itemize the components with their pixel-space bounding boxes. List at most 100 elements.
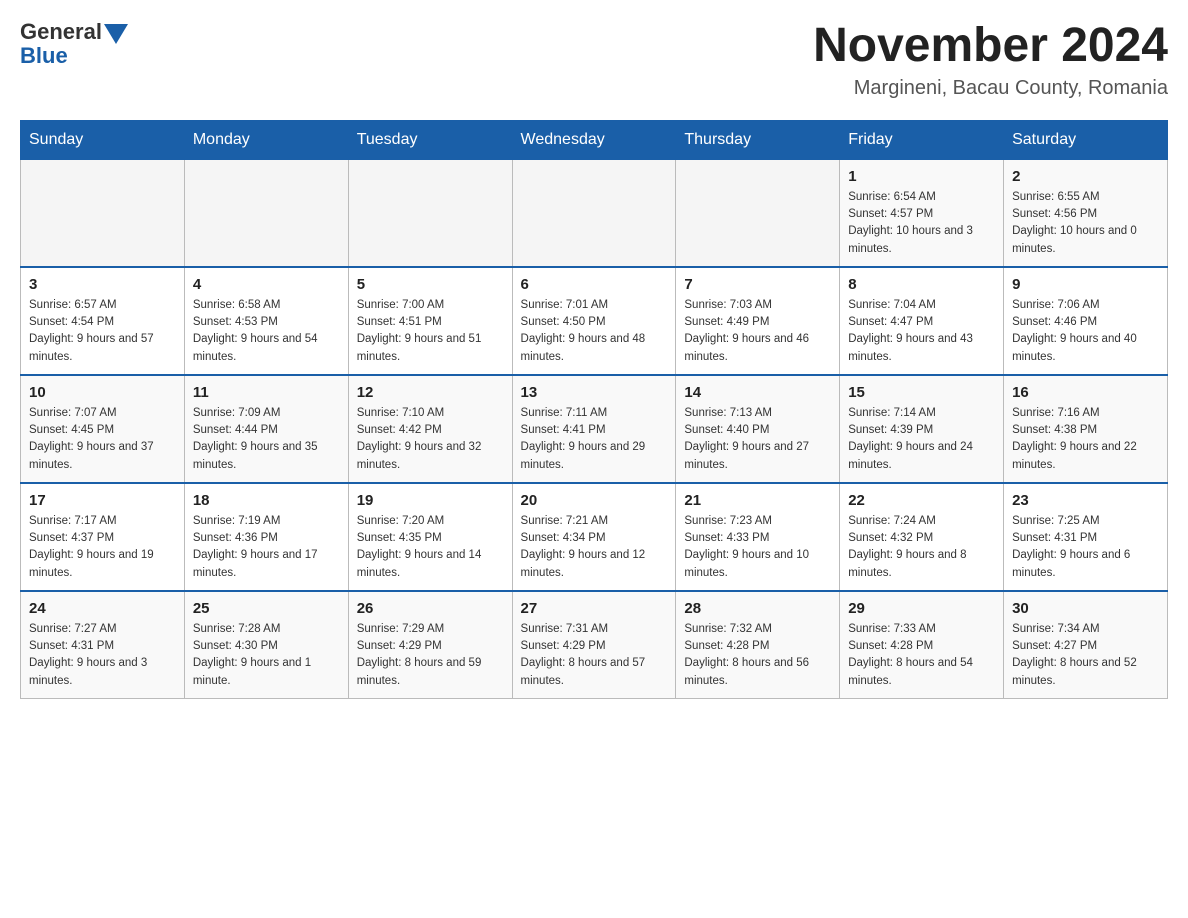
day-info: Sunrise: 7:16 AMSunset: 4:38 PMDaylight:… (1012, 405, 1159, 474)
calendar-week-row: 24Sunrise: 7:27 AMSunset: 4:31 PMDayligh… (21, 591, 1168, 699)
calendar-day-cell: 23Sunrise: 7:25 AMSunset: 4:31 PMDayligh… (1004, 483, 1168, 591)
calendar-day-cell: 1 Sunrise: 6:54 AMSunset: 4:57 PMDaylight… (840, 159, 1004, 267)
day-number: 13 (521, 384, 668, 401)
day-info: Sunrise: 7:28 AMSunset: 4:30 PMDaylight:… (193, 621, 340, 690)
day-info: Sunrise: 6:58 AMSunset: 4:53 PMDaylight:… (193, 297, 340, 366)
calendar-week-row: 1 Sunrise: 6:54 AMSunset: 4:57 PMDaylight… (21, 159, 1168, 267)
day-info: Sunrise: 7:29 AMSunset: 4:29 PMDaylight:… (357, 621, 504, 690)
day-info: Sunrise: 7:07 AMSunset: 4:45 PMDaylight:… (29, 405, 176, 474)
weekday-header: Monday (184, 120, 348, 159)
day-info: Sunrise: 7:01 AMSunset: 4:50 PMDaylight:… (521, 297, 668, 366)
day-number: 10 (29, 384, 176, 401)
calendar-day-cell: 11Sunrise: 7:09 AMSunset: 4:44 PMDayligh… (184, 375, 348, 483)
day-info: Sunrise: 7:20 AMSunset: 4:35 PMDaylight:… (357, 513, 504, 582)
day-number: 27 (521, 600, 668, 617)
logo-general: General (20, 20, 102, 44)
calendar-day-cell: 30Sunrise: 7:34 AMSunset: 4:27 PMDayligh… (1004, 591, 1168, 699)
day-info: Sunrise: 7:10 AMSunset: 4:42 PMDaylight:… (357, 405, 504, 474)
day-number: 8 (848, 276, 995, 293)
day-number: 5 (357, 276, 504, 293)
day-info: Sunrise: 6:55 AMSunset: 4:56 PMDaylight:… (1012, 189, 1159, 258)
day-info: Sunrise: 7:34 AMSunset: 4:27 PMDaylight:… (1012, 621, 1159, 690)
location: Margineni, Bacau County, Romania (813, 77, 1168, 100)
calendar-day-cell: 24Sunrise: 7:27 AMSunset: 4:31 PMDayligh… (21, 591, 185, 699)
calendar-day-cell: 16 Sunrise: 7:16 AMSunset: 4:38 PMDayligh… (1004, 375, 1168, 483)
calendar-day-cell: 22 Sunrise: 7:24 AMSunset: 4:32 PMDayligh… (840, 483, 1004, 591)
day-number: 3 (29, 276, 176, 293)
day-number: 25 (193, 600, 340, 617)
logo-blue: Blue (20, 44, 128, 68)
day-number: 1 (848, 168, 995, 185)
day-number: 6 (521, 276, 668, 293)
logo-text: General Blue (20, 20, 128, 68)
day-number: 14 (684, 384, 831, 401)
calendar-week-row: 10 Sunrise: 7:07 AMSunset: 4:45 PMDayligh… (21, 375, 1168, 483)
calendar-day-cell: 19 Sunrise: 7:20 AMSunset: 4:35 PMDayligh… (348, 483, 512, 591)
page-header: General Blue November 2024 Margineni, Ba… (20, 20, 1168, 100)
calendar-day-cell: 8 Sunrise: 7:04 AMSunset: 4:47 PMDaylight… (840, 267, 1004, 375)
weekday-header: Thursday (676, 120, 840, 159)
day-info: Sunrise: 7:19 AMSunset: 4:36 PMDaylight:… (193, 513, 340, 582)
calendar-day-cell: 14 Sunrise: 7:13 AMSunset: 4:40 PMDayligh… (676, 375, 840, 483)
weekday-header: Sunday (21, 120, 185, 159)
month-title: November 2024 (813, 20, 1168, 73)
day-number: 11 (193, 384, 340, 401)
day-number: 2 (1012, 168, 1159, 185)
calendar-day-cell: 4 Sunrise: 6:58 AMSunset: 4:53 PMDaylight… (184, 267, 348, 375)
calendar-week-row: 3 Sunrise: 6:57 AMSunset: 4:54 PMDaylight… (21, 267, 1168, 375)
day-number: 28 (684, 600, 831, 617)
day-info: Sunrise: 7:11 AMSunset: 4:41 PMDaylight:… (521, 405, 668, 474)
calendar-day-cell: 7 Sunrise: 7:03 AMSunset: 4:49 PMDaylight… (676, 267, 840, 375)
day-number: 19 (357, 492, 504, 509)
day-number: 24 (29, 600, 176, 617)
day-number: 20 (521, 492, 668, 509)
day-number: 16 (1012, 384, 1159, 401)
day-number: 21 (684, 492, 831, 509)
day-info: Sunrise: 7:00 AMSunset: 4:51 PMDaylight:… (357, 297, 504, 366)
day-info: Sunrise: 7:25 AMSunset: 4:31 PMDaylight:… (1012, 513, 1159, 582)
calendar-day-cell (676, 159, 840, 267)
calendar-day-cell (21, 159, 185, 267)
day-number: 22 (848, 492, 995, 509)
day-info: Sunrise: 7:14 AMSunset: 4:39 PMDaylight:… (848, 405, 995, 474)
day-info: Sunrise: 7:04 AMSunset: 4:47 PMDaylight:… (848, 297, 995, 366)
day-info: Sunrise: 6:57 AMSunset: 4:54 PMDaylight:… (29, 297, 176, 366)
day-info: Sunrise: 7:33 AMSunset: 4:28 PMDaylight:… (848, 621, 995, 690)
weekday-header: Friday (840, 120, 1004, 159)
calendar-day-cell: 21Sunrise: 7:23 AMSunset: 4:33 PMDayligh… (676, 483, 840, 591)
calendar-day-cell: 27 Sunrise: 7:31 AMSunset: 4:29 PMDayligh… (512, 591, 676, 699)
day-number: 26 (357, 600, 504, 617)
day-info: Sunrise: 6:54 AMSunset: 4:57 PMDaylight:… (848, 189, 995, 258)
day-number: 9 (1012, 276, 1159, 293)
day-number: 4 (193, 276, 340, 293)
day-number: 29 (848, 600, 995, 617)
weekday-header: Tuesday (348, 120, 512, 159)
calendar-day-cell (184, 159, 348, 267)
title-section: November 2024 Margineni, Bacau County, R… (813, 20, 1168, 100)
calendar-week-row: 17Sunrise: 7:17 AMSunset: 4:37 PMDayligh… (21, 483, 1168, 591)
logo[interactable]: General Blue (20, 20, 128, 68)
calendar-day-cell: 5 Sunrise: 7:00 AMSunset: 4:51 PMDaylight… (348, 267, 512, 375)
calendar-day-cell: 6 Sunrise: 7:01 AMSunset: 4:50 PMDaylight… (512, 267, 676, 375)
calendar-day-cell: 29 Sunrise: 7:33 AMSunset: 4:28 PMDayligh… (840, 591, 1004, 699)
calendar-day-cell: 12 Sunrise: 7:10 AMSunset: 4:42 PMDayligh… (348, 375, 512, 483)
calendar-day-cell: 13 Sunrise: 7:11 AMSunset: 4:41 PMDayligh… (512, 375, 676, 483)
day-info: Sunrise: 7:31 AMSunset: 4:29 PMDaylight:… (521, 621, 668, 690)
calendar-table: SundayMondayTuesdayWednesdayThursdayFrid… (20, 120, 1168, 699)
calendar-day-cell: 15Sunrise: 7:14 AMSunset: 4:39 PMDayligh… (840, 375, 1004, 483)
day-info: Sunrise: 7:32 AMSunset: 4:28 PMDaylight:… (684, 621, 831, 690)
calendar-day-cell: 20Sunrise: 7:21 AMSunset: 4:34 PMDayligh… (512, 483, 676, 591)
logo-triangle-icon (104, 24, 128, 44)
day-info: Sunrise: 7:03 AMSunset: 4:49 PMDaylight:… (684, 297, 831, 366)
calendar-day-cell: 2 Sunrise: 6:55 AMSunset: 4:56 PMDaylight… (1004, 159, 1168, 267)
day-info: Sunrise: 7:13 AMSunset: 4:40 PMDaylight:… (684, 405, 831, 474)
day-info: Sunrise: 7:24 AMSunset: 4:32 PMDaylight:… (848, 513, 995, 582)
weekday-header: Wednesday (512, 120, 676, 159)
day-info: Sunrise: 7:06 AMSunset: 4:46 PMDaylight:… (1012, 297, 1159, 366)
calendar-header-row: SundayMondayTuesdayWednesdayThursdayFrid… (21, 120, 1168, 159)
day-number: 7 (684, 276, 831, 293)
day-number: 12 (357, 384, 504, 401)
weekday-header: Saturday (1004, 120, 1168, 159)
calendar-day-cell (512, 159, 676, 267)
calendar-day-cell: 3 Sunrise: 6:57 AMSunset: 4:54 PMDaylight… (21, 267, 185, 375)
